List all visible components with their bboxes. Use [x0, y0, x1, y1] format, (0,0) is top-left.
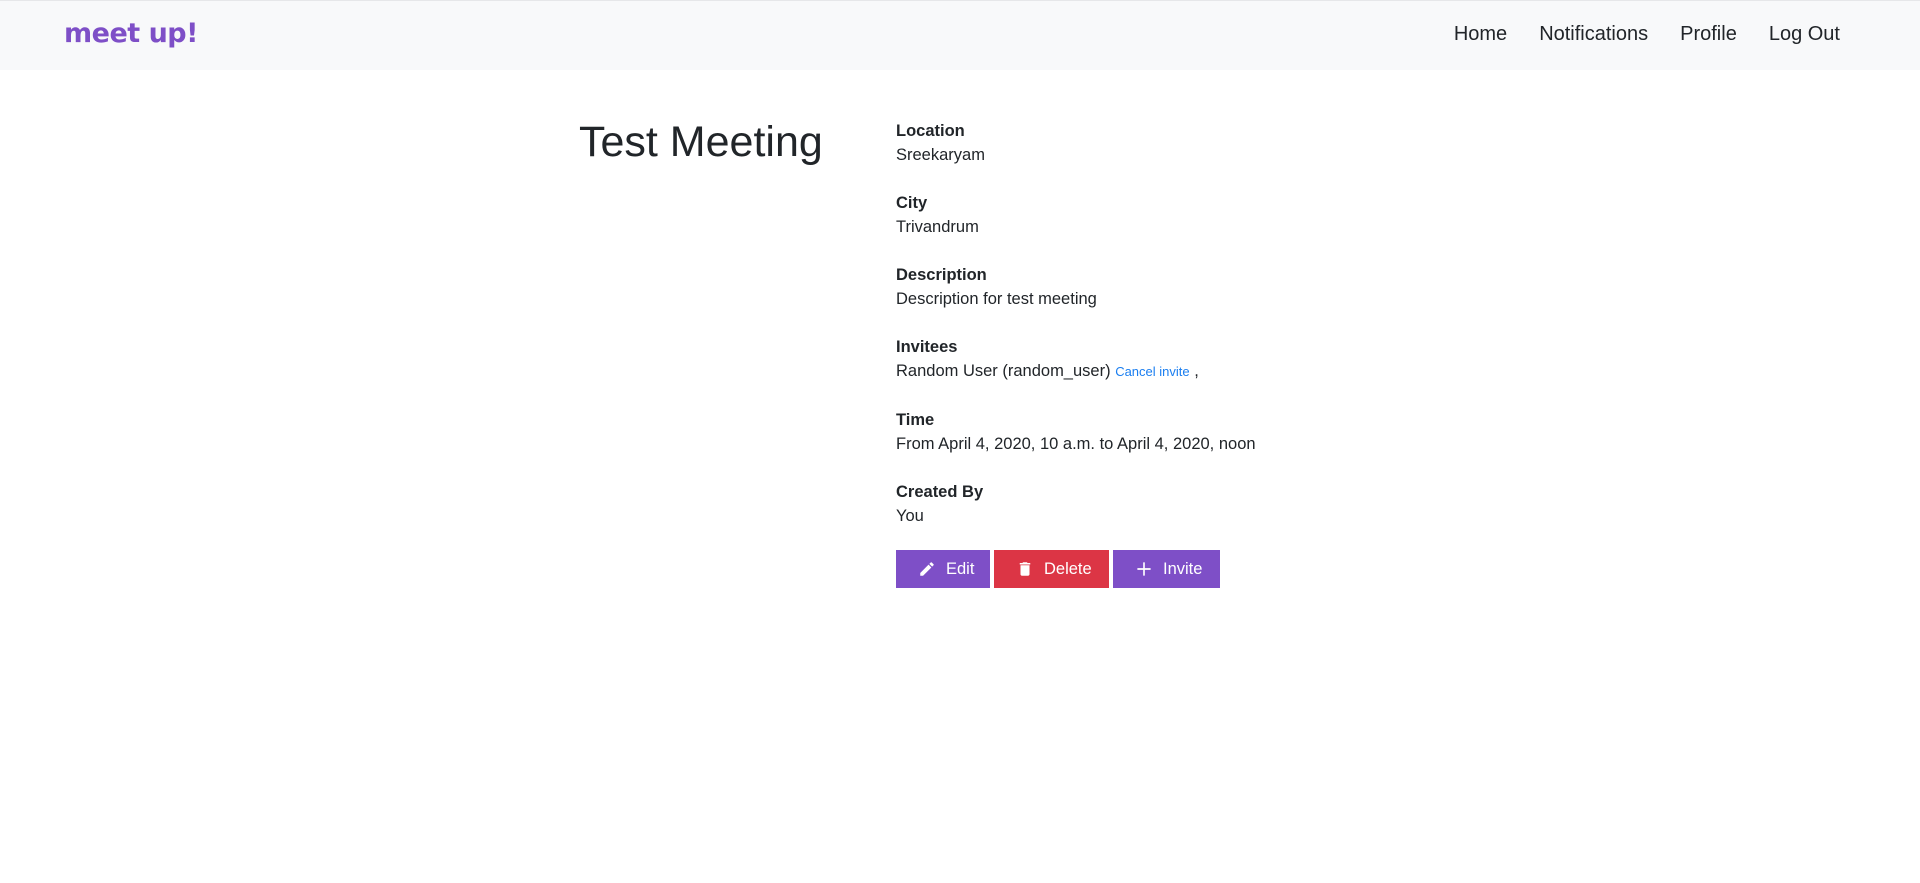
page-title: Test Meeting [579, 118, 823, 166]
created-by-value: You [896, 507, 924, 525]
nav-link-profile[interactable]: Profile [1680, 23, 1737, 46]
nav-link-logout[interactable]: Log Out [1769, 23, 1840, 46]
location-label: Location [896, 122, 965, 140]
navbar: meet up! Home Notifications Profile Log … [0, 0, 1920, 70]
edit-button-label: Edit [946, 559, 975, 578]
invite-button[interactable]: Invite [1113, 550, 1220, 588]
field-description: Description Description for test meeting [896, 264, 1256, 312]
field-created-by: Created By You [896, 481, 1256, 529]
delete-button-label: Delete [1044, 559, 1092, 578]
field-invitees: Invitees Random User (random_user) Cance… [896, 336, 1256, 385]
action-buttons: Edit Delete Invite [896, 550, 1220, 588]
trash-icon [1019, 562, 1031, 576]
invitees-label: Invitees [896, 338, 958, 356]
description-value: Description for test meeting [896, 290, 1097, 308]
city-label: City [896, 194, 928, 212]
time-value: From April 4, 2020, 10 a.m. to April 4, … [896, 435, 1256, 453]
description-label: Description [896, 266, 987, 284]
pencil-icon [920, 562, 934, 576]
invitee-name: Random User (random_user) [896, 362, 1111, 380]
cancel-invite-link[interactable]: Cancel invite [1115, 364, 1189, 379]
field-time: Time From April 4, 2020, 10 a.m. to Apri… [896, 409, 1256, 457]
field-location: Location Sreekaryam [896, 120, 1256, 168]
nav-link-home[interactable]: Home [1454, 23, 1507, 46]
created-by-label: Created By [896, 483, 984, 501]
location-value: Sreekaryam [896, 146, 985, 164]
nav-links: Home Notifications Profile Log Out [1454, 23, 1840, 46]
nav-link-notifications[interactable]: Notifications [1539, 23, 1648, 46]
city-value: Trivandrum [896, 218, 979, 236]
invitees-value: Random User (random_user) Cancel invite … [896, 358, 1256, 385]
brand-logo[interactable]: meet up! [64, 18, 198, 49]
time-label: Time [896, 411, 935, 429]
plus-icon [1137, 562, 1151, 576]
field-city: City Trivandrum [896, 192, 1256, 240]
meeting-details: Location Sreekaryam City Trivandrum Desc… [896, 120, 1256, 553]
delete-button[interactable]: Delete [994, 550, 1109, 588]
edit-button[interactable]: Edit [896, 550, 990, 588]
invitee-separator: , [1194, 362, 1199, 380]
invite-button-label: Invite [1163, 559, 1203, 578]
